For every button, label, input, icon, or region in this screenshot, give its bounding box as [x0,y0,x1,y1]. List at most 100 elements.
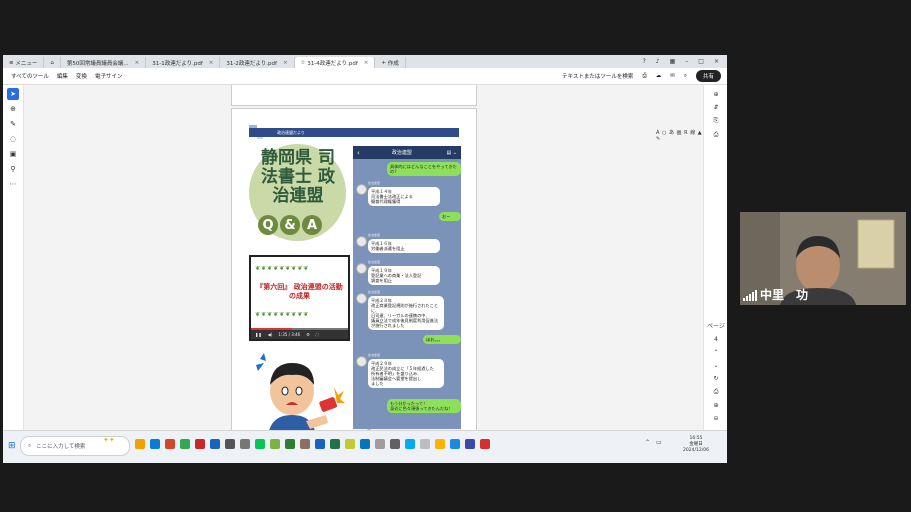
volume-icon[interactable]: ◀) [268,332,273,337]
qa-letter: Q [258,215,278,235]
back-arrow-icon: ‹ [357,148,360,157]
file-explorer-icon[interactable] [135,439,145,449]
search-icon[interactable]: ⌕ [684,73,687,80]
tab-document-4[interactable]: ☆ 31-4政連だより.pdf × [294,57,376,68]
create-tab-button[interactable]: + 作成 [375,57,406,68]
app-icon[interactable] [435,439,445,449]
page-number[interactable]: 4 [704,336,727,343]
close-icon[interactable]: × [209,60,214,66]
avatar [356,293,367,304]
chevron-up-icon[interactable]: ⌃ [704,349,727,356]
close-icon[interactable]: × [135,60,140,66]
sender-name: 政治連盟 [368,290,381,294]
menu-all-tools[interactable]: すべてのツール [11,72,49,80]
zoom-out-icon[interactable]: ⊖ [704,415,727,422]
chat-message: 平成１４年 司法書士法改正による 簡裁代理権獲得 [368,187,440,206]
app-icon[interactable] [450,439,460,449]
bell-icon[interactable]: ♪ [656,58,660,65]
settings-icon[interactable]: ⚙ [306,332,310,337]
search-icon: ⌕ [28,442,32,449]
cloud-icon[interactable]: ☁ [656,73,662,79]
avatar [356,184,367,195]
home-tab[interactable]: ⌂ [44,57,61,68]
excel-icon[interactable] [330,439,340,449]
powerpoint-icon[interactable] [165,439,175,449]
acrobat-icon[interactable] [480,439,490,449]
menu-e-sign[interactable]: 電子サイン [95,72,123,80]
select-cursor-icon[interactable]: ➤ [7,88,19,100]
window-close-icon[interactable]: × [714,58,719,65]
edge-icon[interactable] [150,439,160,449]
document-viewer[interactable]: 政治連盟だより 静岡県 司法書士 政治連盟 Q & A ❦❦❦❦❦❦❦❦❦ 『第… [24,85,706,440]
chat-message: 平成１６年 労働者派遣を阻止 [368,239,440,253]
help-icon[interactable]: ? [643,58,646,65]
fullscreen-icon[interactable]: ⛶ [316,332,319,337]
app-icon[interactable] [420,439,430,449]
app-icon[interactable] [210,439,220,449]
lasso-icon[interactable]: ◌ [7,133,19,145]
app-icon[interactable] [375,439,385,449]
chrome-icon[interactable] [180,439,190,449]
chevron-up-icon[interactable]: ⌃ [645,439,650,446]
export-icon[interactable]: ⎙ [704,131,727,139]
avatar [356,356,367,367]
save-icon[interactable]: ⎙ [704,388,727,396]
windows-start-icon[interactable]: ⊞ [8,441,16,451]
comment-icon[interactable]: ⊕ [704,91,727,98]
star-icon[interactable]: ☆ [301,60,308,66]
menu-tab[interactable]: ≡ メニュー [3,57,45,68]
app-icon[interactable] [300,439,310,449]
tab-document-2[interactable]: 31-1政連だより.pdf × [146,57,221,68]
network-icon[interactable]: ▭ [656,439,662,446]
more-tools-icon[interactable]: ⋯ [7,178,19,190]
copilot-sparkle-icon[interactable]: ✦✦ [103,436,115,444]
windows-taskbar: ⊞ ⌕ ここに入力して検索 ✦✦ ⌃ ▭ 16:55 金曜日 2024/12/0… [3,430,727,463]
app-icon[interactable] [195,439,205,449]
refresh-icon[interactable]: ↻ [704,375,727,382]
app-icon[interactable] [240,439,250,449]
main-toolbar: すべてのツール 編集 変換 電子サイン テキストまたはツールを検索 ⎙ ☁ ✉ … [3,68,727,85]
word-icon[interactable] [315,439,325,449]
app-icon[interactable] [270,439,280,449]
zoom-in-icon[interactable]: ⊕ [704,402,727,409]
email-icon[interactable]: ✉ [670,73,675,79]
tab-document-1[interactable]: 第50回常議員議員会議... × [61,57,147,68]
pen-icon[interactable]: ✎ [7,118,19,130]
app-icon[interactable] [405,439,415,449]
stamp-icon[interactable]: ⚲ [7,163,19,175]
app-icon[interactable] [225,439,235,449]
zoom-app-icon[interactable] [465,439,475,449]
menu-convert[interactable]: 変換 [76,72,87,80]
line-icon[interactable] [255,439,265,449]
app-icon[interactable] [360,439,370,449]
close-icon[interactable]: × [283,60,288,66]
organize-icon[interactable]: ⇵ [704,104,727,111]
chevron-down-icon[interactable]: ⌄ [704,362,727,369]
share-button[interactable]: 共有 [695,70,721,82]
text-box-icon[interactable]: ▣ [7,148,19,160]
copy-icon[interactable]: ⎘ [704,117,727,125]
zoom-icon[interactable]: ⊕ [7,103,19,115]
pause-icon[interactable]: ❚❚ [255,332,262,337]
menu-edit[interactable]: 編集 [57,72,68,80]
apps-icon[interactable]: ▦ [670,58,676,65]
participant-name: 中里 功 [760,288,809,302]
chat-message: 平成２８年 改正商業登記規則が施行されたことに、 日司連、リーガルの連携の中、 … [368,296,444,330]
taskbar-clock[interactable]: 16:55 金曜日 2024/12/06 [683,436,709,454]
annotation-toolbar[interactable]: A ○ あ 画 R 線 ▲ ✎ [656,129,706,142]
minimize-icon[interactable]: – [685,58,688,65]
maximize-icon[interactable]: □ [698,58,704,65]
left-tool-panel: ➤ ⊕ ✎ ◌ ▣ ⚲ ⋯ [3,85,24,430]
tool-search-input[interactable]: テキストまたはツールを検索 [562,72,633,80]
print-icon[interactable]: ⎙ [642,73,646,80]
participant-video-tile[interactable]: 中里 功 [740,212,906,305]
app-icon[interactable] [345,439,355,449]
settings-icon[interactable] [390,439,400,449]
home-icon: ⌂ [50,59,54,66]
taskbar-apps [135,439,490,449]
app-icon[interactable] [285,439,295,449]
sender-name: 政治連盟 [368,181,381,185]
tab-document-3[interactable]: 31-2政連だより.pdf × [220,57,295,68]
close-icon[interactable]: × [364,60,369,66]
video-player[interactable]: ❦❦❦❦❦❦❦❦❦ 『第六回』 政治連盟の活動の成果 ❦❦❦❦❦❦❦❦❦ ❚❚ … [249,255,350,341]
